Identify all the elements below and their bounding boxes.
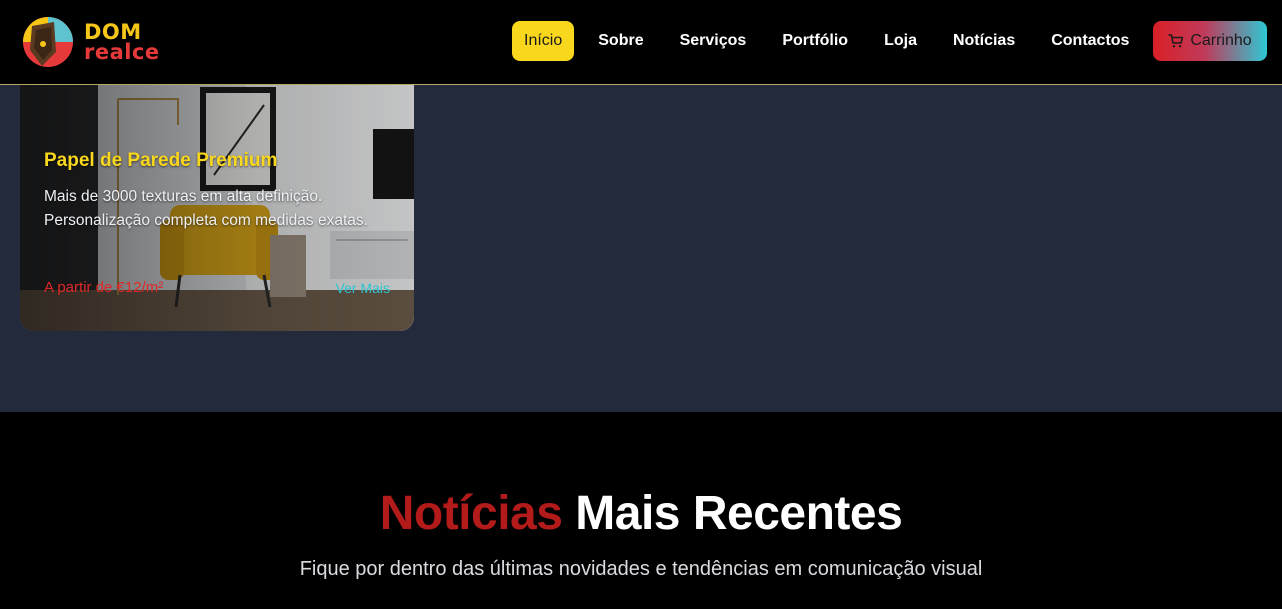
nav-item-loja[interactable]: Loja (872, 21, 929, 61)
nav-item-noticias[interactable]: Notícias (941, 21, 1027, 61)
nav-item-servicos[interactable]: Serviços (668, 21, 759, 61)
nav-item-contactos[interactable]: Contactos (1039, 21, 1141, 61)
cart-label: Carrinho (1190, 32, 1252, 49)
nav-item-sobre[interactable]: Sobre (586, 21, 655, 61)
main-nav: Início Sobre Serviços Portfólio Loja Not… (512, 21, 1141, 61)
card-description: Mais de 3000 texturas em alta definição.… (44, 188, 368, 229)
news-title-rest: Mais Recentes (575, 487, 903, 540)
news-section-title: Notícias Mais Recentes (0, 486, 1282, 541)
news-section-subtitle: Fique por dentro das últimas novidades e… (299, 558, 983, 580)
site-logo[interactable]: DOM realce (18, 13, 178, 71)
site-header: DOM realce Início Sobre Serviços Portfól… (0, 0, 1282, 85)
nav-item-portfolio[interactable]: Portfólio (770, 21, 860, 61)
card-more-link[interactable]: Ver Mais (336, 280, 390, 296)
logo-mark-icon (23, 17, 73, 67)
cart-icon (1168, 34, 1184, 48)
product-card[interactable]: Papel de Parede Premium Mais de 3000 tex… (20, 85, 414, 331)
news-title-accent: Notícias (379, 487, 563, 540)
card-title: Papel de Parede Premium (44, 150, 278, 171)
cart-button[interactable]: Carrinho (1153, 21, 1267, 61)
nav-item-inicio[interactable]: Início (512, 21, 575, 61)
card-price: A partir de €12/m² (44, 279, 164, 296)
logo-text-line2: realce (84, 39, 160, 64)
